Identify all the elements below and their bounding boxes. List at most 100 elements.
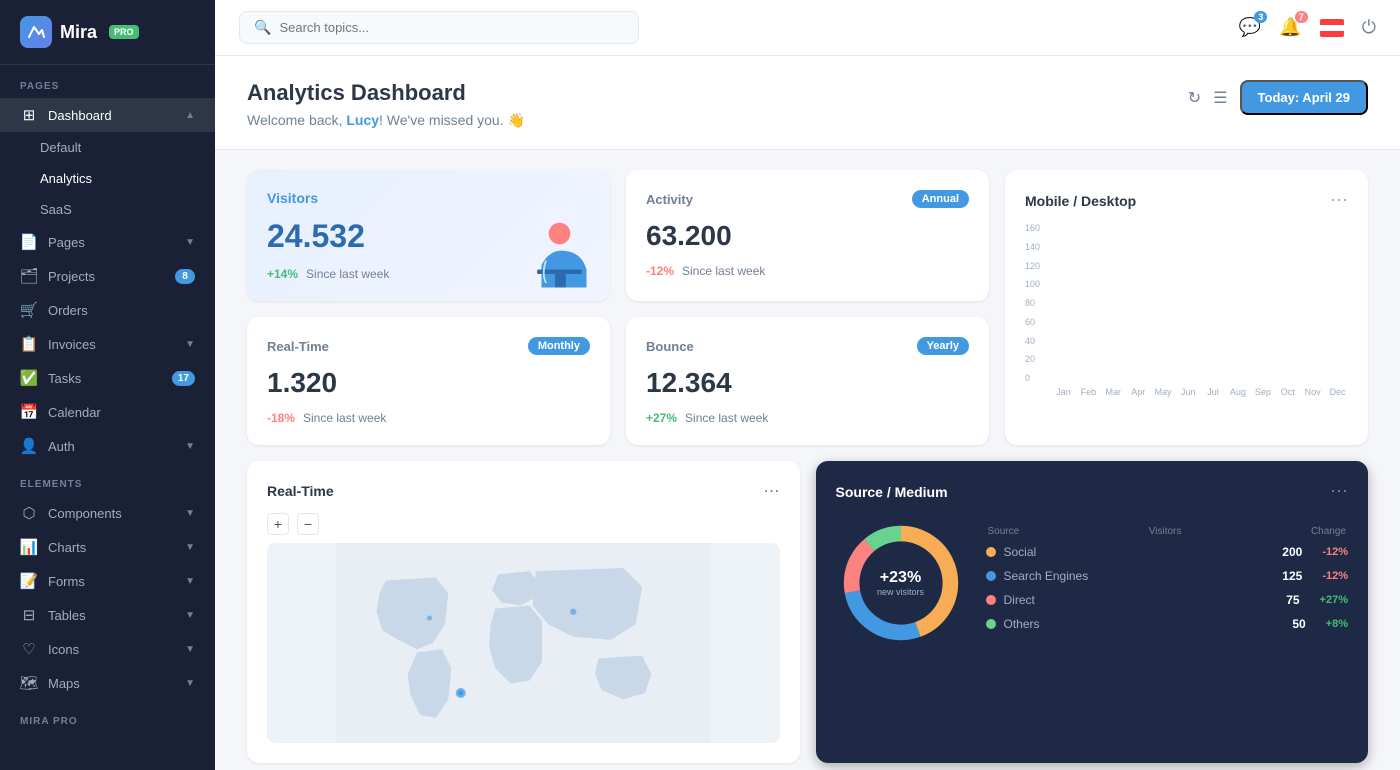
map-visual (267, 543, 780, 743)
chevron-icon: ▼ (185, 644, 195, 655)
sidebar-item-projects[interactable]: 🗂 Projects 8 (0, 259, 215, 293)
sidebar-item-pages[interactable]: 📄 Pages ▼ (0, 225, 215, 259)
user-name: Lucy (346, 112, 379, 128)
stat-footer: -12% Since last week (646, 264, 969, 278)
bounce-badge: Yearly (917, 337, 969, 355)
zoom-out-button[interactable]: − (297, 513, 319, 535)
direct-change: +27% (1320, 594, 1348, 606)
sidebar-item-label: Icons (48, 642, 175, 657)
tasks-badge: 17 (172, 371, 195, 386)
dark-more-icon[interactable]: ⋯ (1330, 481, 1348, 502)
search-value: 125 (1282, 569, 1302, 583)
y-label: 20 (1025, 354, 1040, 364)
social-dot (986, 547, 996, 557)
social-value: 200 (1282, 545, 1302, 559)
bar-group-mar (1099, 223, 1120, 383)
stat-card-header: Activity Annual (646, 190, 969, 208)
language-selector[interactable] (1320, 19, 1344, 37)
pages-icon: 📄 (20, 233, 38, 251)
sidebar-item-maps[interactable]: 🗺 Maps ▼ (0, 666, 215, 700)
sidebar-item-tables[interactable]: ⊟ Tables ▼ (0, 598, 215, 632)
logo-text: Mira (60, 22, 97, 43)
sidebar-item-label: Maps (48, 676, 175, 691)
tables-icon: ⊟ (20, 606, 38, 624)
mobile-desktop-chart-card: Mobile / Desktop ⋯ 160 140 120 100 80 60… (1005, 170, 1368, 445)
map-zoom-controls: + − (267, 513, 780, 535)
sidebar-item-label: Tasks (48, 371, 162, 386)
page-header: Analytics Dashboard Welcome back, Lucy! … (215, 56, 1400, 150)
sidebar-item-invoices[interactable]: 📋 Invoices ▼ (0, 327, 215, 361)
flag-icon (1320, 19, 1344, 37)
others-dot (986, 619, 996, 629)
chart-more-icon[interactable]: ⋯ (1330, 190, 1348, 211)
sidebar-item-analytics[interactable]: Analytics (0, 163, 215, 194)
filter-icon[interactable]: ☰ (1213, 88, 1227, 108)
x-label: Feb (1078, 387, 1099, 397)
stat-footer: +27% Since last week (646, 411, 969, 425)
sidebar-item-default[interactable]: Default (0, 132, 215, 163)
notifications-button[interactable]: 💬 3 (1239, 17, 1261, 38)
bar-group-feb (1073, 223, 1094, 383)
search-container[interactable]: 🔍 (239, 11, 639, 44)
others-change: +8% (1326, 618, 1348, 630)
sidebar-item-calendar[interactable]: 📅 Calendar (0, 395, 215, 429)
sidebar-item-components[interactable]: ⬡ Components ▼ (0, 496, 215, 530)
sidebar-item-orders[interactable]: 🛒 Orders (0, 293, 215, 327)
world-map-svg (267, 543, 780, 743)
sidebar-item-dashboard[interactable]: ⊞ Dashboard ▲ (0, 98, 215, 132)
projects-icon: 🗂 (20, 267, 38, 285)
visitors-change: +14% (267, 267, 298, 281)
sidebar-item-label: Projects (48, 269, 165, 284)
x-label: Jul (1203, 387, 1224, 397)
y-label: 120 (1025, 261, 1040, 271)
bar-group-aug (1225, 223, 1246, 383)
sidebar-item-charts[interactable]: 📊 Charts ▼ (0, 530, 215, 564)
donut-center-label: new visitors (877, 587, 924, 597)
logo-icon (20, 16, 52, 48)
activity-change: -12% (646, 264, 674, 278)
x-label: Dec (1327, 387, 1348, 397)
activity-value: 63.200 (646, 220, 969, 252)
charts-icon: 📊 (20, 538, 38, 556)
sidebar-logo: Mira PRO (0, 0, 215, 65)
components-icon: ⬡ (20, 504, 38, 522)
legend-change-header: Change (1311, 526, 1346, 537)
sidebar-item-label: Pages (48, 235, 175, 250)
donut-legend: Source Visitors Change Social 200 -12% (986, 526, 1349, 641)
donut-chart: +23% new visitors (836, 518, 966, 648)
bar-chart-bars (1048, 223, 1348, 383)
auth-icon: 👤 (20, 437, 38, 455)
dark-card-header: Source / Medium ⋯ (836, 481, 1349, 502)
sidebar-item-auth[interactable]: 👤 Auth ▼ (0, 429, 215, 463)
bar-group-jun (1175, 223, 1196, 383)
search-input[interactable] (279, 20, 624, 35)
dashboard-icon: ⊞ (20, 106, 38, 124)
direct-dot (986, 595, 996, 605)
legend-visitors-header: Visitors (1149, 526, 1182, 537)
date-button[interactable]: Today: April 29 (1240, 80, 1368, 115)
others-label: Others (1004, 617, 1285, 631)
social-label: Social (1004, 545, 1275, 559)
visitors-since: Since last week (306, 267, 389, 281)
power-button[interactable]: ⏻ (1362, 17, 1376, 38)
chart-title: Mobile / Desktop (1025, 193, 1136, 209)
activity-title: Activity (646, 192, 693, 207)
sidebar-item-icons[interactable]: ♡ Icons ▼ (0, 632, 215, 666)
x-label: May (1153, 387, 1174, 397)
sidebar-item-forms[interactable]: 📝 Forms ▼ (0, 564, 215, 598)
sidebar-item-saas[interactable]: SaaS (0, 194, 215, 225)
bounce-card: Bounce Yearly 12.364 +27% Since last wee… (626, 317, 989, 445)
map-more-icon[interactable]: ⋯ (764, 481, 780, 501)
activity-since: Since last week (682, 264, 765, 278)
topbar-actions: 💬 3 🔔 7 ⏻ (1239, 17, 1376, 38)
bounce-since: Since last week (685, 411, 768, 425)
bounce-change: +27% (646, 411, 677, 425)
real-time-value: 1.320 (267, 367, 590, 399)
chevron-icon: ▼ (185, 678, 195, 689)
refresh-icon[interactable]: ↻ (1188, 88, 1201, 108)
alerts-button[interactable]: 🔔 7 (1279, 17, 1301, 38)
zoom-in-button[interactable]: + (267, 513, 289, 535)
real-time-change: -18% (267, 411, 295, 425)
sidebar-item-tasks[interactable]: ✅ Tasks 17 (0, 361, 215, 395)
realtime-map-card: Real-Time ⋯ + − (247, 461, 800, 763)
